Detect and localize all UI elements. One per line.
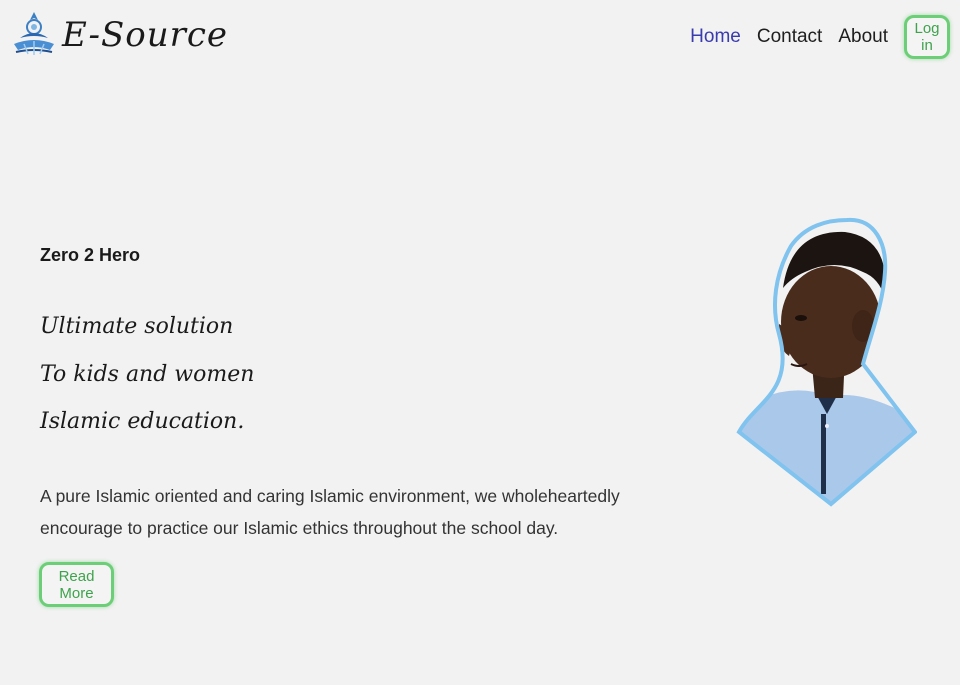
nav-about-link[interactable]: About (838, 26, 888, 48)
hero-tagline-line-3: Islamic education. (40, 409, 245, 434)
nav-contact-link[interactable]: Contact (757, 26, 822, 48)
nav-home-link[interactable]: Home (690, 26, 741, 48)
hero-tagline-line-1: Ultimate solution (40, 314, 234, 339)
e-source-logo-icon[interactable] (10, 8, 58, 60)
hero-eyebrow: Zero 2 Hero (40, 245, 141, 265)
hero-tagline-line-2: To kids and women (40, 362, 255, 387)
read-more-button[interactable]: Read More (39, 562, 114, 607)
site-header: E-Source Home Contact About Log in (0, 0, 960, 80)
boy-portrait-image (735, 214, 918, 510)
main-nav: Home Contact About Log in (690, 15, 950, 59)
hero-description: A pure Islamic oriented and caring Islam… (40, 486, 620, 538)
brand-name[interactable]: E-Source (62, 18, 228, 52)
login-button[interactable]: Log in (904, 15, 950, 59)
